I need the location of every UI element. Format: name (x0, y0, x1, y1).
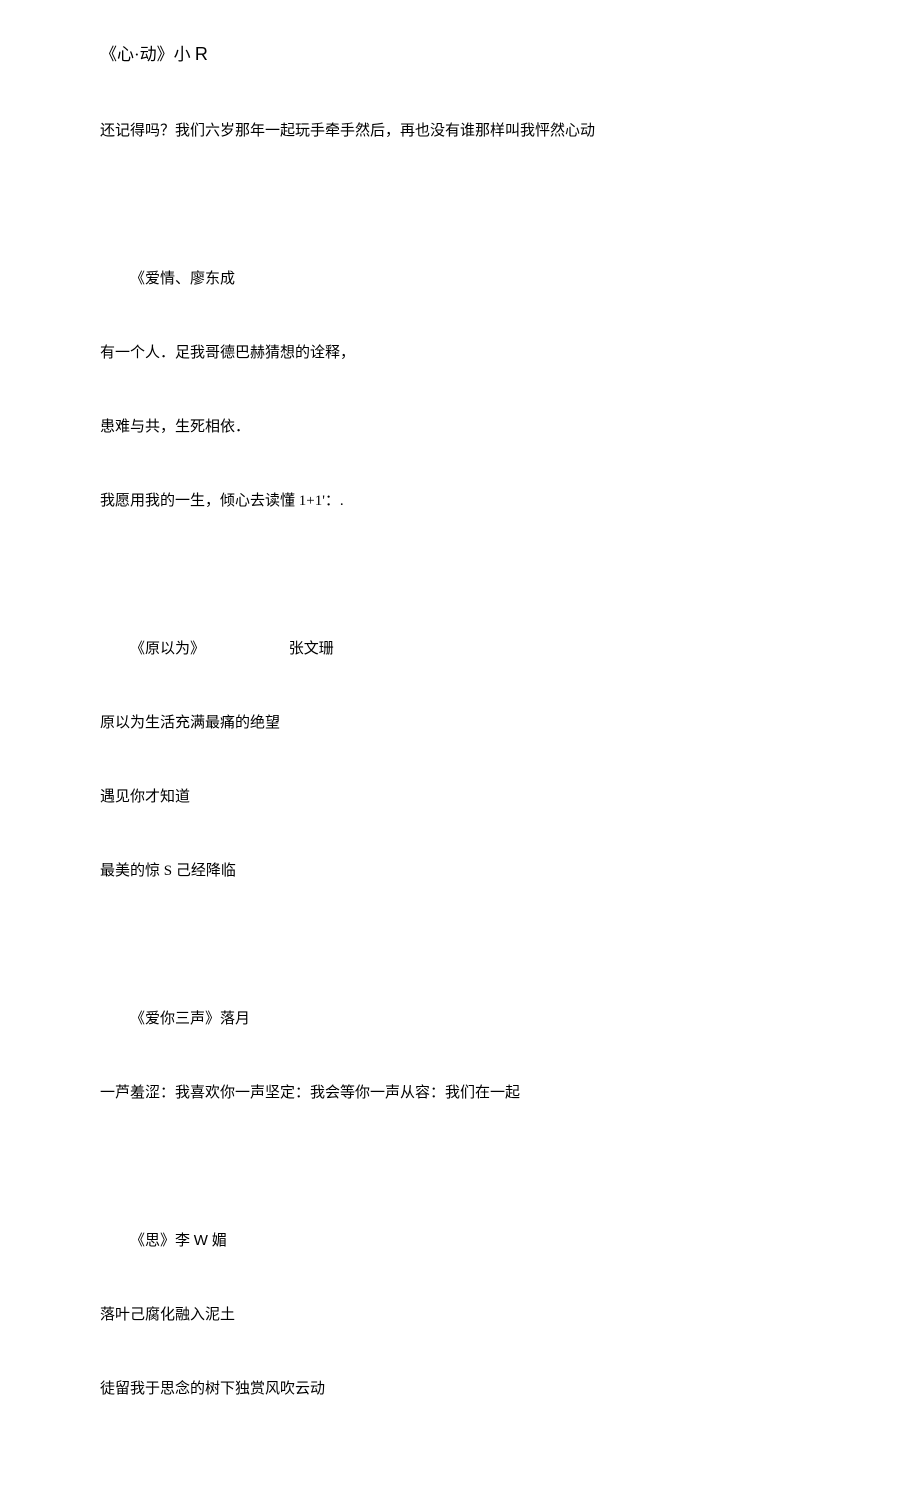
spacer (100, 933, 820, 957)
poem-1-line-1: 还记得吗？我们六岁那年一起玩手牵手然后，再也没有谁那样叫我怦然心动 (100, 119, 820, 143)
poem-3-title-line: 《原以为》 张文珊 (100, 637, 820, 661)
poem-1-title-letter: R (195, 44, 208, 64)
spacer (100, 563, 820, 587)
poem-3-author: 张文珊 (289, 637, 334, 661)
poem-2-line-1: 有一个人．足我哥德巴赫猜想的诠释， (100, 341, 820, 365)
poem-5-title-suffix: 媚 (208, 1233, 227, 1249)
poem-1-title: 《心·动》小 R (100, 40, 820, 69)
poem-3-line-3: 最美的惊 S 己经降临 (100, 859, 820, 883)
poem-4-line-1: 一芦羞涩：我喜欢你一声坚定：我会等你一声从容：我们在一起 (100, 1081, 820, 1105)
spacer (100, 193, 820, 217)
poem-2-line-2: 患难与共，生死相依． (100, 415, 820, 439)
poem-2-line-3: 我愿用我的一生，倾心去读懂 1+1'：. (100, 489, 820, 513)
poem-3-line-1: 原以为生活充满最痛的绝望 (100, 711, 820, 735)
poem-5-title-prefix: 《思》李 (130, 1233, 194, 1249)
poem-1-title-prefix: 《心·动》小 (100, 45, 195, 64)
poem-5-title-letter: W (194, 1232, 208, 1249)
poem-3-title: 《原以为》 (130, 641, 205, 657)
spacer (100, 1155, 820, 1179)
poem-5-line-1: 落叶己腐化融入泥土 (100, 1303, 820, 1327)
poem-5-title: 《思》李 W 媚 (100, 1229, 820, 1253)
poem-5-line-2: 徒留我于思念的树下独赏风吹云动 (100, 1377, 820, 1401)
poem-2-title: 《爱情、廖东成 (100, 267, 820, 291)
poem-3-line-2: 遇见你才知道 (100, 785, 820, 809)
poem-4-title: 《爱你三声》落月 (100, 1007, 820, 1031)
